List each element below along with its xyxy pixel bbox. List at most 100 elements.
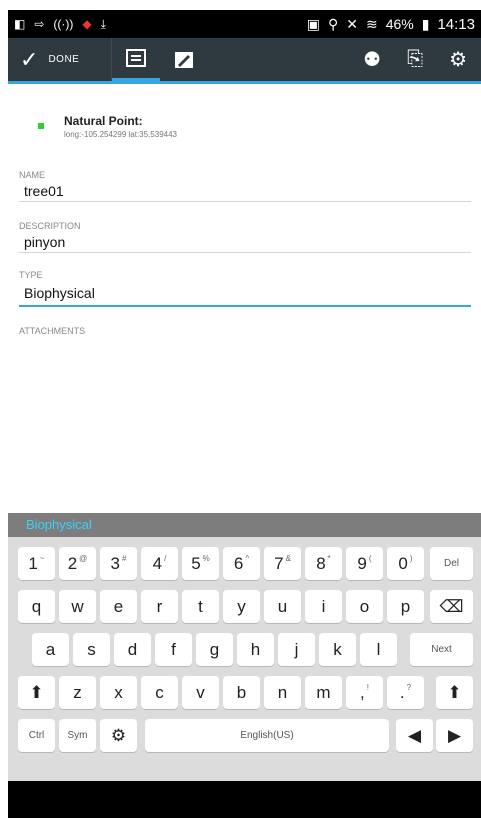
backspace-key[interactable]: ⌫ [430, 590, 473, 623]
screen-icon: ▣ [306, 15, 320, 32]
status-bar: ◧ ⇨ ((·)) ◆ ⤓ ▣ ⚲ ✕ ≋ 46% ▮ 14:13 [8, 10, 481, 38]
key-u[interactable]: u [264, 590, 301, 623]
key-4-alt: / [164, 554, 167, 563]
shift-icon: ⬆ [447, 682, 462, 702]
key-2-alt: @ [79, 554, 88, 563]
key-d[interactable]: d [114, 633, 151, 666]
left-arrow-key[interactable]: ◀ [396, 719, 433, 752]
key-l[interactable]: l [360, 633, 397, 666]
locate-user-icon[interactable]: ⚉ [363, 47, 381, 72]
key-f[interactable]: f [155, 633, 192, 666]
sym-key[interactable]: Sym [59, 719, 96, 752]
key-9-label: 9 [357, 553, 367, 573]
add-attachment-icon[interactable]: ⎘ [407, 48, 423, 71]
key-o[interactable]: o [346, 590, 383, 623]
keyboard-settings-key[interactable]: ⚙ [100, 719, 137, 752]
key-m[interactable]: m [305, 676, 342, 709]
key-i-label: i [321, 596, 326, 616]
space-key[interactable]: English(US) [145, 719, 389, 752]
settings-gear-icon[interactable]: ⚙ [449, 47, 467, 72]
cast-icon: ⇨ [34, 17, 45, 31]
tab-details[interactable] [112, 38, 160, 81]
key-e-label: e [113, 596, 124, 616]
key-9[interactable]: 9( [346, 547, 383, 580]
key-c[interactable]: c [141, 676, 178, 709]
name-label: NAME [19, 170, 46, 180]
key-8-alt: * [327, 554, 331, 563]
ctrl-key[interactable]: Ctrl [18, 719, 55, 752]
delete-key-label: Del [443, 558, 459, 569]
key-v[interactable]: v [182, 676, 219, 709]
type-input[interactable]: Biophysical [19, 280, 471, 307]
key-x[interactable]: x [100, 676, 137, 709]
key-period[interactable]: .? [387, 676, 424, 709]
key-comma-label: , [360, 682, 365, 702]
key-6[interactable]: 6 ^ [223, 547, 260, 580]
key-n[interactable]: n [264, 676, 301, 709]
navigation-bar [8, 781, 481, 818]
key-a-label: a [45, 639, 56, 659]
description-label: DESCRIPTION [19, 221, 81, 231]
next-key[interactable]: Next [410, 633, 473, 666]
next-key-label: Next [431, 644, 452, 655]
key-1[interactable]: 1 ~ [18, 547, 55, 580]
key-2[interactable]: 2 @ [59, 547, 96, 580]
shift-right-key[interactable]: ⬆ [436, 676, 473, 709]
key-t-label: t [198, 596, 203, 616]
key-8[interactable]: 8 * [305, 547, 342, 580]
key-3-label: 3 [110, 553, 120, 573]
gear-icon: ⚙ [110, 725, 127, 745]
battery-percent: 46% [385, 16, 414, 32]
key-p[interactable]: p [387, 590, 424, 623]
shift-left-key[interactable]: ⬆ [18, 676, 55, 709]
name-input[interactable]: tree01 [19, 180, 471, 202]
key-p-label: p [400, 596, 411, 616]
key-0[interactable]: 0) [387, 547, 424, 580]
key-a[interactable]: a [32, 633, 69, 666]
keyboard-suggestion[interactable]: Biophysical [8, 513, 481, 537]
key-4[interactable]: 4/ [141, 547, 178, 580]
key-2-label: 2 [67, 553, 78, 573]
key-e[interactable]: e [100, 590, 137, 623]
point-header: Natural Point: long:-105.254299 lat:35.5… [38, 114, 177, 139]
key-h[interactable]: h [237, 633, 274, 666]
key-s[interactable]: s [73, 633, 110, 666]
key-w[interactable]: w [59, 590, 96, 623]
key-o-label: o [359, 596, 370, 616]
key-6-label: 6 [233, 553, 244, 573]
point-title: Natural Point: [64, 114, 143, 128]
description-input[interactable]: pinyon [19, 231, 471, 253]
key-3[interactable]: 3 # [100, 547, 137, 580]
key-8-label: 8 [316, 553, 326, 573]
key-k[interactable]: k [319, 633, 356, 666]
key-comma[interactable]: ,! [346, 676, 383, 709]
key-r[interactable]: r [141, 590, 178, 623]
key-z-label: z [73, 682, 82, 702]
download-icon: ⤓ [100, 16, 106, 31]
right-arrow-key[interactable]: ▶ [436, 719, 473, 752]
key-5[interactable]: 5% [182, 547, 219, 580]
point-coordinates: long:-105.254299 lat:35.539443 [64, 130, 177, 139]
tab-edit[interactable] [160, 38, 208, 81]
key-k-label: k [333, 639, 342, 659]
type-label: TYPE [19, 270, 43, 280]
key-7[interactable]: 7 & [264, 547, 301, 580]
key-y[interactable]: y [223, 590, 260, 623]
key-c-label: c [155, 682, 164, 702]
edit-icon [175, 51, 193, 68]
key-q[interactable]: q [18, 590, 55, 623]
key-j-label: j [294, 639, 299, 659]
key-y-label: y [237, 596, 246, 616]
app-notification-icon: ◆ [82, 17, 92, 31]
key-r-label: r [156, 596, 163, 616]
key-s-label: s [87, 639, 96, 659]
key-j[interactable]: j [278, 633, 315, 666]
key-t[interactable]: t [182, 590, 219, 623]
clock: 14:13 [437, 15, 475, 33]
key-z[interactable]: z [59, 676, 96, 709]
key-b[interactable]: b [223, 676, 260, 709]
done-button[interactable]: ✓ DONE [8, 38, 112, 81]
delete-key[interactable]: Del [430, 547, 473, 580]
key-i[interactable]: i [305, 590, 342, 623]
key-g[interactable]: g [196, 633, 233, 666]
